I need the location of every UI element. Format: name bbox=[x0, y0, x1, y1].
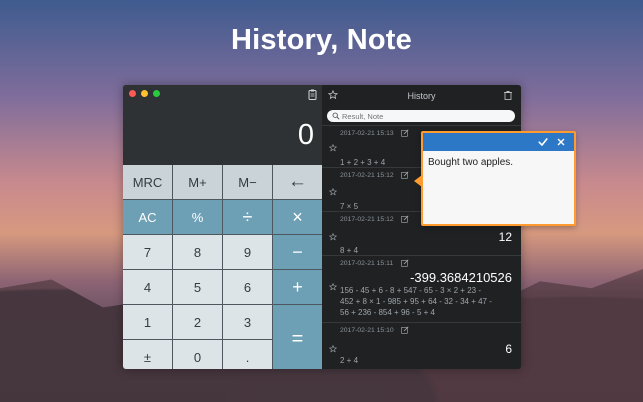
headline: History, Note bbox=[231, 24, 412, 56]
key-8[interactable]: 8 bbox=[173, 235, 222, 269]
entry-expression-line: 56 + 236 - 854 + 96 - 5 + 4 bbox=[340, 308, 435, 317]
star-icon[interactable] bbox=[329, 283, 337, 291]
key-plus-minus[interactable]: ± bbox=[123, 340, 172, 369]
star-icon[interactable] bbox=[329, 188, 337, 196]
search-input[interactable] bbox=[342, 110, 510, 122]
key-9[interactable]: 9 bbox=[223, 235, 272, 269]
entry-result: -399.3684210526 bbox=[410, 270, 512, 285]
calculator-window: 0 MRC M+ M− ← AC % ÷ × 7 8 9 − 4 5 6 + 1… bbox=[123, 85, 521, 369]
entry-expression: 2 + 4 bbox=[340, 356, 359, 365]
note-text[interactable]: Bought two apples. bbox=[428, 157, 513, 168]
note-edit-icon[interactable] bbox=[401, 215, 409, 223]
key-m-minus[interactable]: M− bbox=[223, 165, 272, 199]
star-icon[interactable] bbox=[329, 233, 337, 241]
window-controls bbox=[129, 90, 160, 97]
entry-expression-line: 452 + 8 × 1 - 985 + 95 + 64 - 32 - 34 + … bbox=[340, 297, 492, 306]
key-m-plus[interactable]: M+ bbox=[173, 165, 222, 199]
close-icon[interactable] bbox=[556, 137, 566, 147]
entry-timestamp: 2017-02-21 15:10 bbox=[340, 327, 394, 334]
star-icon[interactable] bbox=[328, 90, 338, 100]
key-4[interactable]: 4 bbox=[123, 270, 172, 304]
key-2[interactable]: 2 bbox=[173, 305, 222, 339]
minimize-window-button[interactable] bbox=[141, 90, 148, 97]
key-1[interactable]: 1 bbox=[123, 305, 172, 339]
entry-timestamp: 2017-02-21 15:13 bbox=[340, 130, 394, 137]
note-edit-icon[interactable] bbox=[401, 326, 409, 334]
note-edit-icon[interactable] bbox=[401, 171, 409, 179]
trash-icon[interactable] bbox=[503, 90, 513, 100]
key-0[interactable]: 0 bbox=[173, 340, 222, 369]
history-entry[interactable]: 2017-02-21 15:11 -399.3684210526 156 - 4… bbox=[322, 255, 521, 322]
star-icon[interactable] bbox=[329, 345, 337, 353]
note-popup[interactable]: Bought two apples. bbox=[414, 131, 576, 226]
entry-expression-line: 156 - 45 + 6 - 8 + 547 - 65 - 3 × 2 + 23… bbox=[340, 286, 481, 295]
key-add[interactable]: + bbox=[273, 270, 322, 304]
key-mrc[interactable]: MRC bbox=[123, 165, 172, 199]
calculator-display: 0 bbox=[297, 118, 314, 151]
key-backspace[interactable]: ← bbox=[273, 165, 322, 199]
close-window-button[interactable] bbox=[129, 90, 136, 97]
checkmark-icon[interactable] bbox=[538, 137, 548, 147]
star-icon[interactable] bbox=[329, 144, 337, 152]
calculator-panel: 0 MRC M+ M− ← AC % ÷ × 7 8 9 − 4 5 6 + 1… bbox=[123, 85, 322, 369]
key-3[interactable]: 3 bbox=[223, 305, 272, 339]
search-icon bbox=[332, 112, 340, 120]
entry-timestamp: 2017-02-21 15:12 bbox=[340, 172, 394, 179]
note-edit-icon[interactable] bbox=[401, 129, 409, 137]
key-7[interactable]: 7 bbox=[123, 235, 172, 269]
keypad: MRC M+ M− ← AC % ÷ × 7 8 9 − 4 5 6 + 1 2… bbox=[123, 165, 322, 369]
history-header: History bbox=[322, 85, 521, 106]
key-clear[interactable]: AC bbox=[123, 200, 172, 234]
history-title: History bbox=[407, 90, 436, 101]
history-search[interactable] bbox=[327, 110, 515, 122]
clipboard-icon[interactable] bbox=[308, 89, 317, 100]
note-toolbar bbox=[423, 133, 574, 151]
zoom-window-button[interactable] bbox=[153, 90, 160, 97]
key-6[interactable]: 6 bbox=[223, 270, 272, 304]
history-entry[interactable]: 2017-02-21 15:10 6 2 + 4 bbox=[322, 322, 521, 369]
key-5[interactable]: 5 bbox=[173, 270, 222, 304]
entry-result: 6 bbox=[505, 342, 512, 356]
history-panel: History 2017-02-21 15:13 bbox=[322, 85, 521, 369]
entry-timestamp: 2017-02-21 15:12 bbox=[340, 216, 394, 223]
entry-timestamp: 2017-02-21 15:11 bbox=[340, 260, 394, 267]
entry-result: 12 bbox=[498, 230, 512, 244]
key-divide[interactable]: ÷ bbox=[223, 200, 272, 234]
key-multiply[interactable]: × bbox=[273, 200, 322, 234]
key-equals[interactable]: = bbox=[273, 305, 322, 369]
key-subtract[interactable]: − bbox=[273, 235, 322, 269]
key-decimal[interactable]: . bbox=[223, 340, 272, 369]
note-edit-icon[interactable] bbox=[401, 259, 409, 267]
key-percent[interactable]: % bbox=[173, 200, 222, 234]
